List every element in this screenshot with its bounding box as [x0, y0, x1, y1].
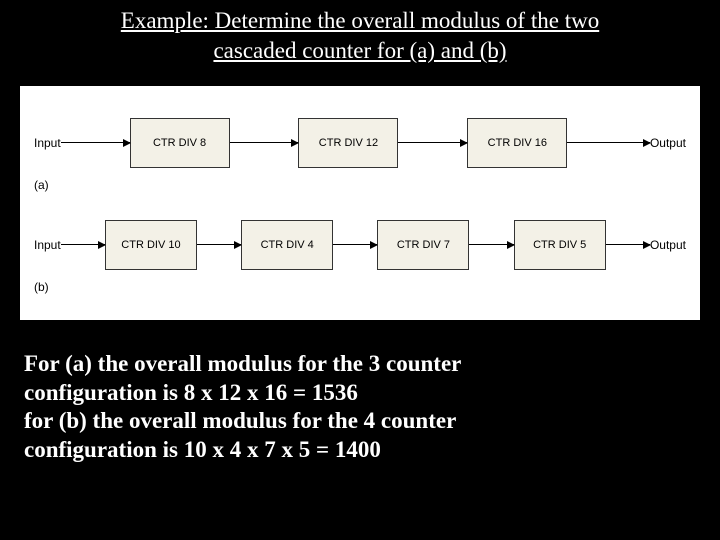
output-label-b: Output: [650, 238, 686, 252]
counter-diagram: Input CTR DIV 8 CTR DIV 12 CTR DIV 16 Ou…: [20, 86, 700, 320]
title-line-1: Example: Determine the overall modulus o…: [121, 8, 599, 33]
answer-line: for (b) the overall modulus for the 4 co…: [24, 407, 700, 436]
arrow-icon: [61, 142, 130, 143]
answer-line: configuration is 10 x 4 x 7 x 5 = 1400: [24, 436, 700, 465]
title-line-2: cascaded counter for (a) and (b): [213, 38, 506, 63]
arrow-icon: [567, 142, 650, 143]
output-label-a: Output: [650, 136, 686, 150]
ctr-block: CTR DIV 12: [298, 118, 398, 168]
chain-a-wrap: Input CTR DIV 8 CTR DIV 12 CTR DIV 16 Ou…: [32, 118, 688, 192]
slide-title: Example: Determine the overall modulus o…: [20, 6, 700, 66]
ctr-block: CTR DIV 7: [377, 220, 469, 270]
chain-a: Input CTR DIV 8 CTR DIV 12 CTR DIV 16 Ou…: [34, 118, 686, 168]
arrow-icon: [230, 142, 299, 143]
ctr-block: CTR DIV 8: [130, 118, 230, 168]
answer-line: configuration is 8 x 12 x 16 = 1536: [24, 379, 700, 408]
input-label-a: Input: [34, 136, 61, 150]
part-label-a: (a): [34, 178, 686, 192]
ctr-block: CTR DIV 5: [514, 220, 606, 270]
answer-text: For (a) the overall modulus for the 3 co…: [20, 350, 700, 465]
arrow-icon: [333, 244, 377, 245]
arrow-icon: [606, 244, 650, 245]
ctr-block: CTR DIV 10: [105, 220, 197, 270]
answer-line: For (a) the overall modulus for the 3 co…: [24, 350, 700, 379]
part-label-b: (b): [34, 280, 686, 294]
chain-b-wrap: Input CTR DIV 10 CTR DIV 4 CTR DIV 7 CTR…: [32, 220, 688, 294]
chain-b: Input CTR DIV 10 CTR DIV 4 CTR DIV 7 CTR…: [34, 220, 686, 270]
ctr-block: CTR DIV 4: [241, 220, 333, 270]
arrow-icon: [469, 244, 513, 245]
input-label-b: Input: [34, 238, 61, 252]
arrow-icon: [398, 142, 467, 143]
ctr-block: CTR DIV 16: [467, 118, 567, 168]
arrow-icon: [197, 244, 241, 245]
arrow-icon: [61, 244, 105, 245]
